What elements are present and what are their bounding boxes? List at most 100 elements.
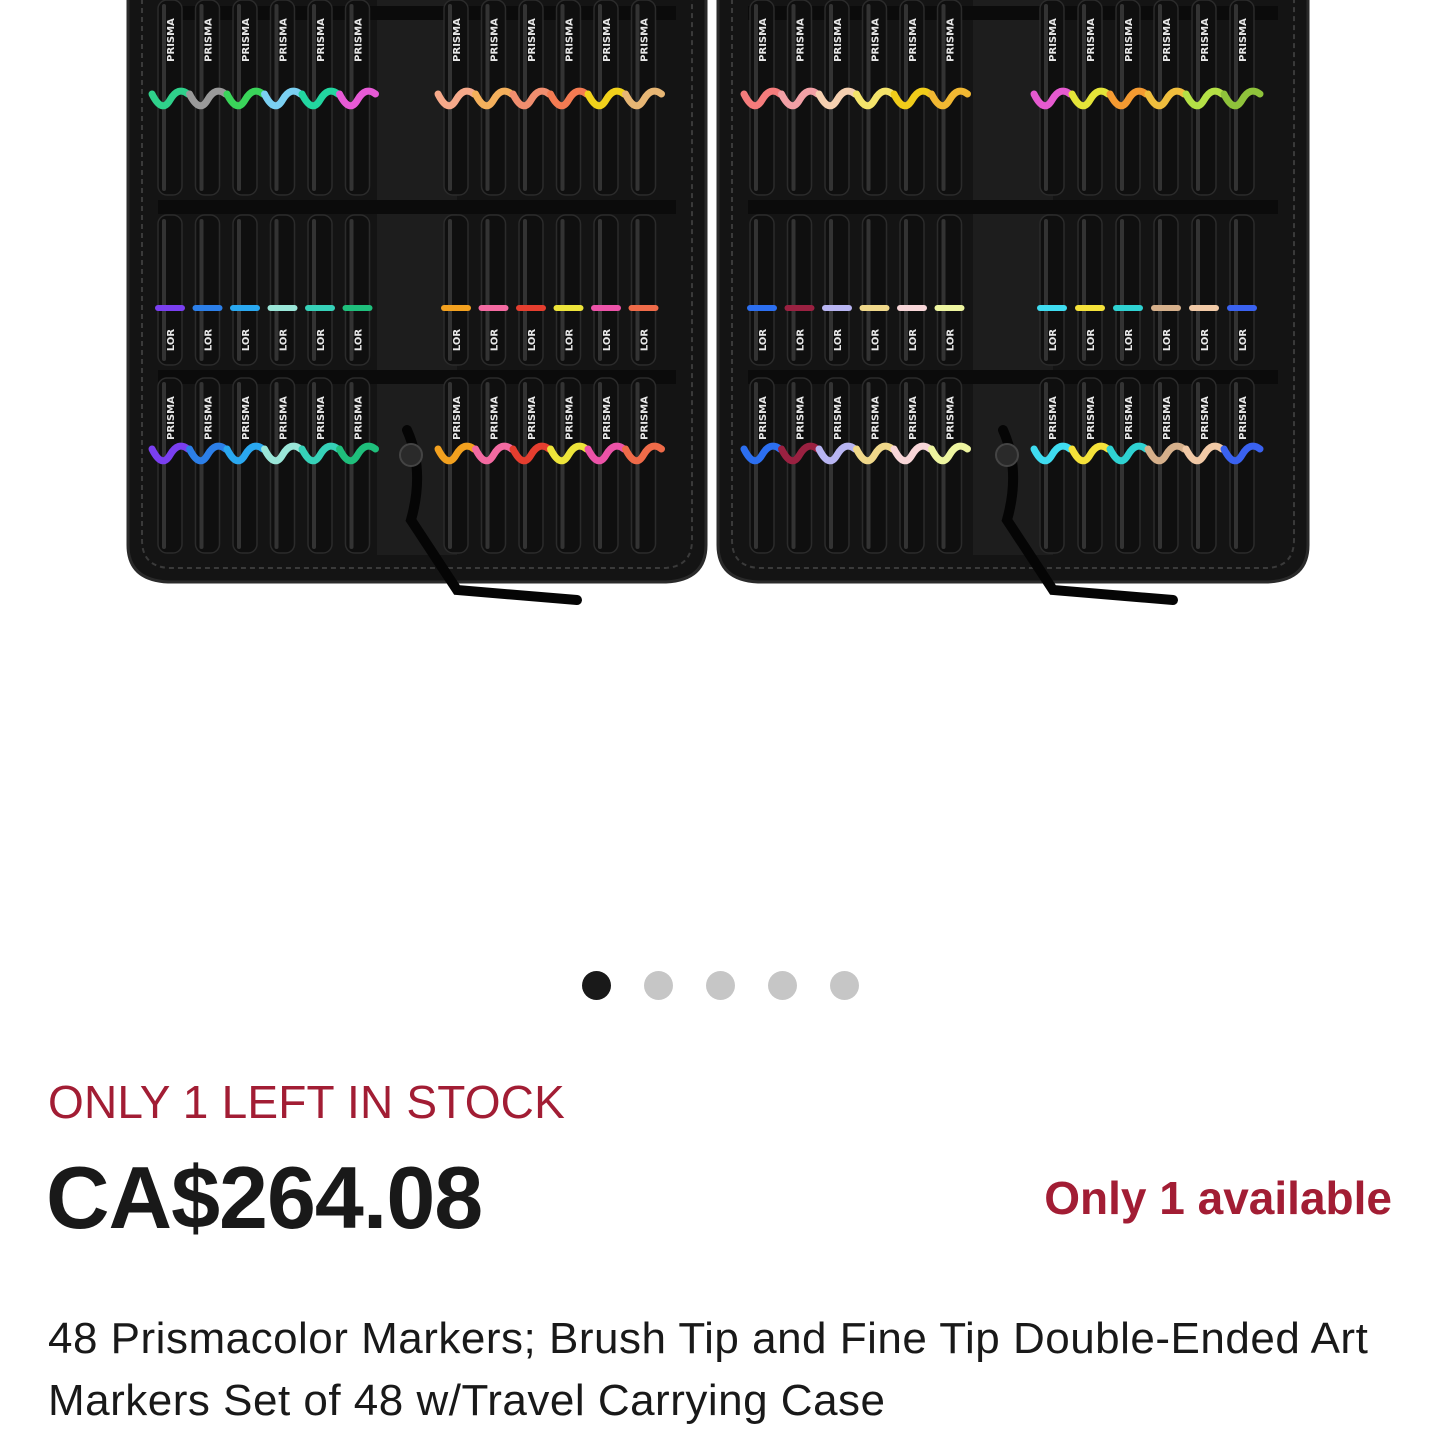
marker-brand-label: PRISMA — [758, 396, 769, 440]
marker-brand-label: PRISMA — [279, 18, 290, 62]
marker-brand-label: PRISMA — [758, 18, 769, 62]
marker-brand-label: LOR — [1048, 329, 1059, 352]
carousel-dot-2[interactable] — [643, 970, 673, 1000]
marker-brand-label: PRISMA — [316, 396, 327, 440]
marker: PRISMA — [778, 377, 821, 554]
marker: PRISMA — [472, 377, 515, 554]
marker-brand-label: LOR — [204, 329, 215, 352]
marker: PRISMA — [740, 0, 784, 196]
marker: PRISMA — [928, 377, 971, 554]
marker-color-band — [342, 305, 373, 311]
marker-brand-label: LOR — [946, 329, 957, 352]
availability-status: Only 1 available — [1044, 1172, 1392, 1224]
marker-brand-label: LOR — [908, 329, 919, 352]
marker: LOR — [1151, 214, 1181, 366]
marker-brand-label: PRISMA — [1200, 396, 1211, 440]
marker-brand-label: LOR — [565, 329, 576, 352]
marker: PRISMA — [622, 0, 665, 196]
carousel-dot-3[interactable] — [705, 970, 735, 1000]
marker: PRISMA — [778, 0, 821, 196]
marker-brand-label: PRISMA — [204, 396, 215, 440]
marker-brand-label: PRISMA — [204, 18, 215, 62]
marker: PRISMA — [472, 0, 515, 196]
image-carousel-dots — [0, 969, 1440, 1001]
marker: LOR — [822, 214, 852, 366]
elastic-band — [158, 200, 676, 214]
marker-color-band — [897, 305, 927, 311]
marker-brand-label: LOR — [758, 329, 769, 352]
marker-brand-label: PRISMA — [871, 18, 882, 62]
marker-brand-label: PRISMA — [1048, 396, 1059, 440]
marker-brand-label: PRISMA — [946, 18, 957, 62]
item-title: 48 Prismacolor Markers; Brush Tip and Fi… — [48, 1314, 1369, 1425]
marker-brand-label: PRISMA — [871, 396, 882, 440]
marker: PRISMA — [928, 0, 971, 196]
marker: LOR — [230, 214, 260, 366]
marker-color-band — [822, 305, 852, 311]
marker: LOR — [897, 214, 927, 366]
marker-brand-label: PRISMA — [241, 18, 252, 62]
marker-brand-label: LOR — [640, 329, 651, 352]
marker: PRISMA — [853, 377, 896, 554]
marker-brand-label: PRISMA — [602, 18, 613, 62]
marker-brand-label: PRISMA — [1086, 396, 1097, 440]
marker: PRISMA — [223, 0, 267, 196]
product-photo[interactable]: PRISMA LOR PRISMA PRISMA LOR PRISMA PRISMA LOR P… — [0, 0, 1440, 940]
marker: PRISMA — [1068, 377, 1112, 554]
marker: LOR — [591, 214, 621, 366]
marker: PRISMA — [186, 377, 229, 554]
marker-color-band — [1227, 305, 1257, 311]
marker-brand-label: PRISMA — [1238, 18, 1249, 62]
marker-brand-label: LOR — [316, 329, 327, 352]
marker-color-band — [230, 305, 260, 311]
marker: LOR — [1113, 214, 1143, 366]
marker-color-band — [591, 305, 621, 311]
marker-color-band — [1075, 305, 1105, 311]
marker-brand-label: PRISMA — [1238, 396, 1249, 440]
marker: PRISMA — [1144, 377, 1188, 554]
marker-brand-label: LOR — [490, 329, 501, 352]
marker: LOR — [1037, 214, 1067, 366]
marker-color-band — [441, 305, 471, 311]
marker: LOR — [1189, 214, 1219, 366]
marker-color-band — [1151, 305, 1181, 311]
cord-toggle — [995, 443, 1019, 467]
marker: PRISMA — [1106, 377, 1150, 554]
marker-brand-label: PRISMA — [908, 396, 919, 440]
marker-brand-label: PRISMA — [166, 396, 177, 440]
marker-brand-label: PRISMA — [833, 18, 844, 62]
carousel-dot-1[interactable] — [581, 970, 611, 1000]
carousel-dot-4[interactable] — [767, 970, 797, 1000]
marker-color-band — [628, 305, 659, 311]
marker-color-band — [1113, 305, 1143, 311]
marker-color-band — [305, 305, 335, 311]
marker: PRISMA — [740, 377, 784, 554]
marker-brand-label: PRISMA — [565, 18, 576, 62]
marker-brand-label: LOR — [796, 329, 807, 352]
marker-brand-label: PRISMA — [452, 18, 463, 62]
marker-color-band — [553, 305, 584, 311]
marker: PRISMA — [853, 0, 896, 196]
carousel-dot-5[interactable] — [829, 970, 859, 1000]
marker: PRISMA — [336, 0, 379, 196]
marker-brand-label: LOR — [1086, 329, 1097, 352]
marker-brand-label: PRISMA — [1048, 18, 1059, 62]
marker: LOR — [342, 214, 373, 366]
marker-brand-label: PRISMA — [1162, 396, 1173, 440]
marker: PRISMA — [890, 377, 934, 554]
product-image-gallery[interactable]: PRISMA LOR PRISMA PRISMA LOR PRISMA PRISMA LOR P… — [0, 0, 1440, 940]
marker-brand-label: PRISMA — [452, 396, 463, 440]
marker-brand-label: LOR — [527, 329, 538, 352]
marker: LOR — [305, 214, 335, 366]
marker: PRISMA — [434, 0, 478, 196]
marker-brand-label: PRISMA — [166, 18, 177, 62]
marker: PRISMA — [815, 0, 859, 196]
marker-brand-label: LOR — [1200, 329, 1211, 352]
marker-brand-label: LOR — [279, 329, 290, 352]
marker: PRISMA — [148, 377, 192, 554]
marker-color-band — [1189, 305, 1219, 311]
marker: PRISMA — [584, 0, 628, 196]
marker-brand-label: PRISMA — [908, 18, 919, 62]
marker: PRISMA — [509, 0, 553, 196]
marker-brand-label: LOR — [241, 329, 252, 352]
